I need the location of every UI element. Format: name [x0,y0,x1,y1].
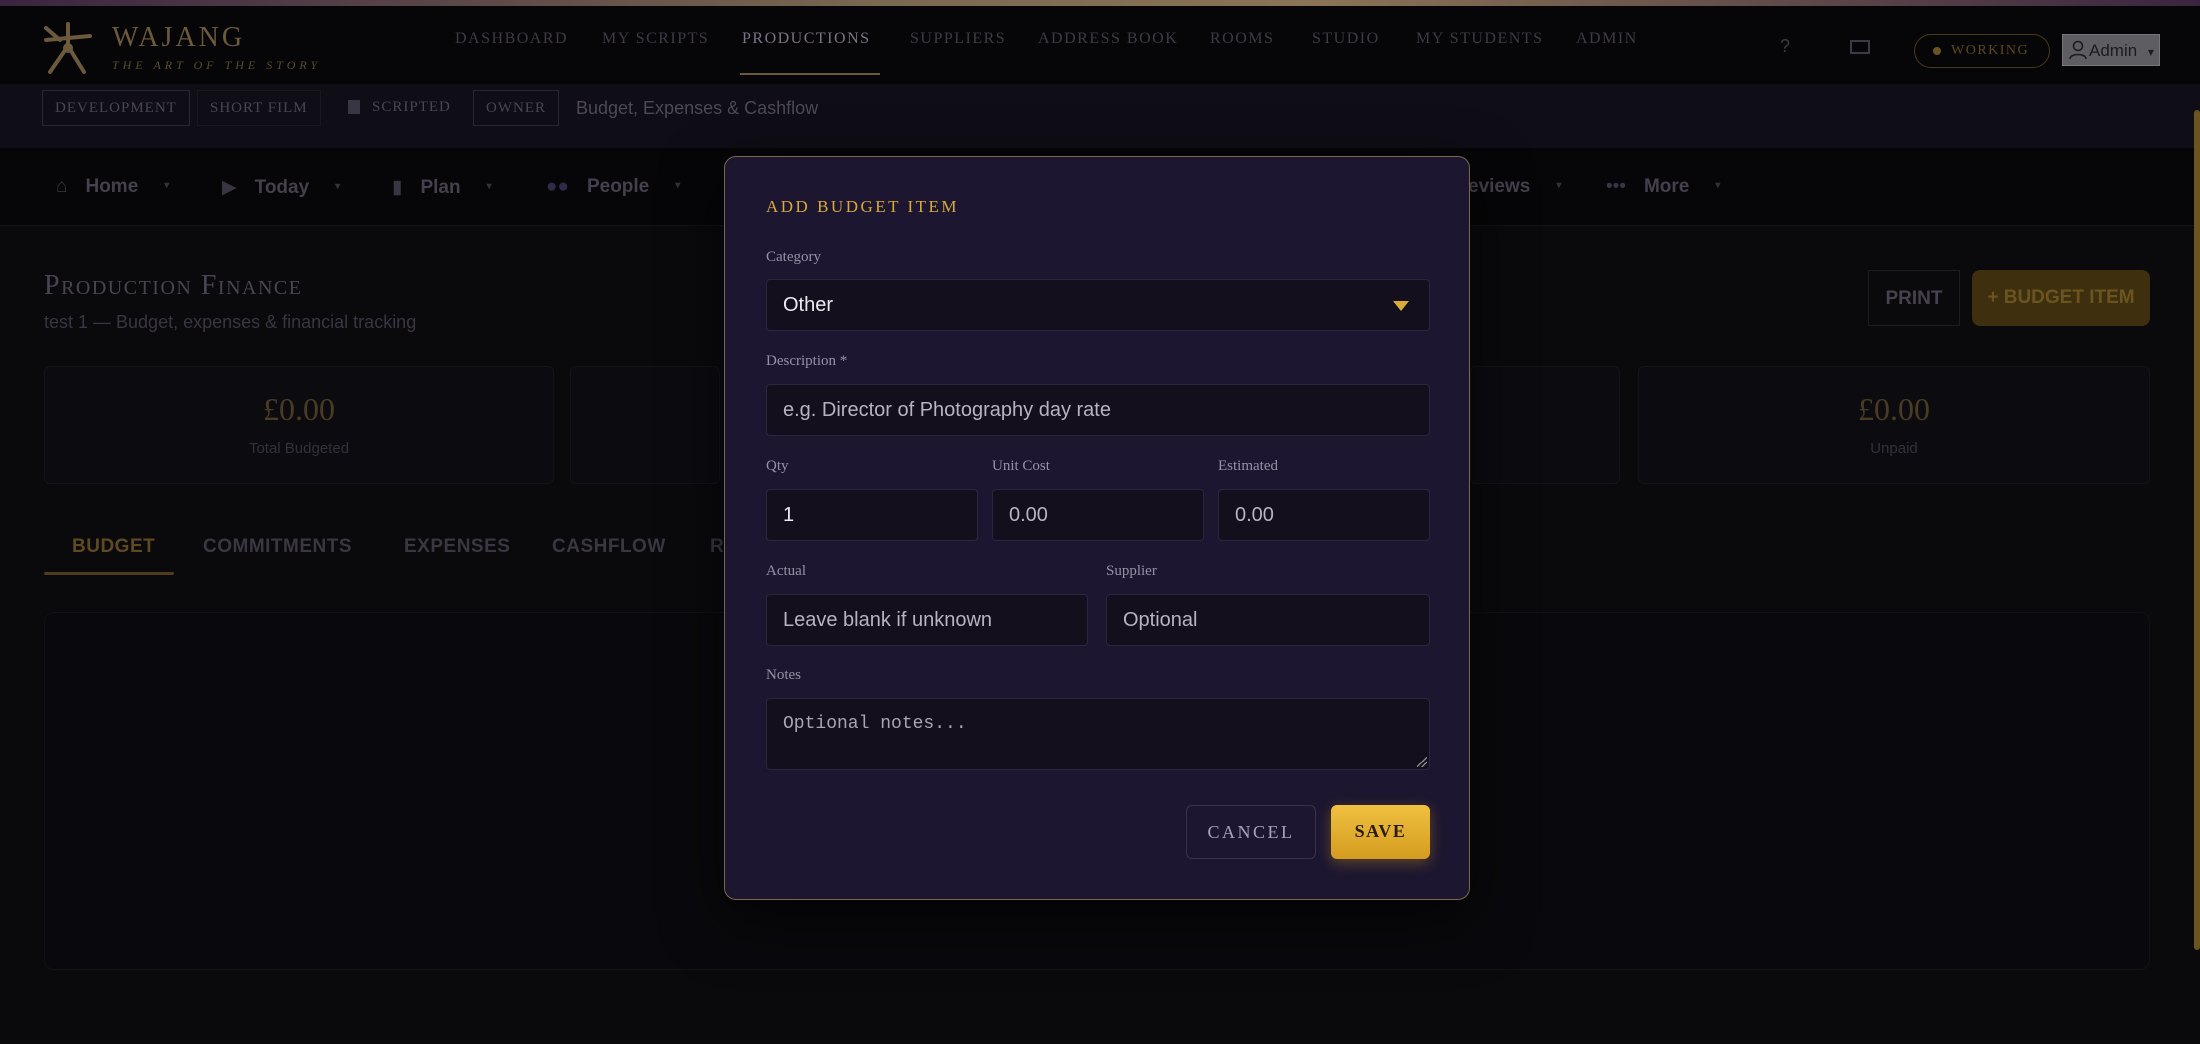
wajang-logo-icon [44,22,92,74]
help-icon[interactable]: ? [1780,36,1790,57]
user-icon [2069,40,2087,60]
status-badge[interactable]: WORKING [1914,34,2050,68]
ellipsis-icon: ••• [1606,176,1626,197]
status-dot-icon [1933,47,1941,55]
tab-expenses[interactable]: EXPENSES [404,536,510,558]
tab-people-label: People [586,176,650,197]
tab-reviews[interactable]: eviews ▾ [1468,176,1561,198]
nav-suppliers[interactable]: SUPPLIERS [910,30,1006,48]
chevron-down-icon: ▾ [2147,45,2154,59]
stat-card [1470,366,1620,484]
unit-cost-label: Unit Cost [992,458,1050,474]
chevron-down-icon: ▾ [486,181,492,192]
nav-my-students[interactable]: MY STUDENTS [1416,30,1543,48]
page-subtitle: test 1 — Budget, expenses & financial tr… [44,312,417,332]
chip-scripted-label: SCRIPTED [372,99,451,115]
chip-short-film[interactable]: SHORT FILM [197,90,321,126]
description-label: Description * [766,353,848,369]
stat-card-unpaid: £0.00 Unpaid [1638,366,2150,484]
supplier-label: Supplier [1106,563,1157,579]
tab-reports[interactable]: R [710,536,724,558]
notes-placeholder: Optional notes... [783,714,967,734]
qty-label: Qty [766,458,789,474]
resize-handle-icon[interactable] [1417,757,1427,767]
people-icon: ●● [546,176,569,197]
mail-icon[interactable] [1850,40,1870,54]
stat-value: £0.00 [1858,391,1930,427]
nav-address-book[interactable]: ADDRESS BOOK [1038,30,1178,48]
nav-rooms[interactable]: ROOMS [1210,30,1274,48]
tab-budget-underline [44,572,174,575]
actual-label: Actual [766,563,806,579]
nav-studio[interactable]: STUDIO [1312,30,1380,48]
tab-cashflow[interactable]: CASHFLOW [552,536,666,558]
user-name: Admin [2089,41,2138,60]
chevron-down-icon: ▾ [675,180,681,191]
stat-card [570,366,720,484]
qty-input[interactable]: 1 [766,489,978,541]
chevron-down-icon: ▾ [335,181,341,192]
chip-scripted[interactable]: SCRIPTED [336,90,463,126]
tab-today-label: Today [254,177,310,198]
tab-budget[interactable]: BUDGET [72,536,155,558]
breadcrumb-title: Budget, Expenses & Cashflow [576,98,819,118]
save-button[interactable]: SAVE [1331,805,1430,859]
nav-productions[interactable]: PRODUCTIONS [742,30,871,48]
estimated-label: Estimated [1218,458,1278,474]
document-icon: ▮ [392,177,403,198]
stat-label: Total Budgeted [248,440,350,457]
home-icon: ⌂ [56,176,68,197]
dialog-title: ADD BUDGET ITEM [766,197,960,216]
status-label: WORKING [1951,43,2030,58]
add-budget-item-dialog: ADD BUDGET ITEM Category Other Descripti… [724,156,1470,900]
chevron-down-icon: ▾ [164,180,170,191]
tab-plan-label: Plan [420,177,461,198]
script-icon [348,100,360,114]
add-budget-item-button[interactable]: + BUDGET ITEM [1972,270,2150,326]
cancel-button[interactable]: CANCEL [1186,805,1316,859]
stat-value: £0.00 [263,391,335,427]
supplier-input[interactable]: Optional [1106,594,1430,646]
category-value: Other [783,294,834,316]
user-menu-button[interactable]: Admin ▾ [2062,34,2160,66]
tab-plan[interactable]: ▮ Plan ▾ [392,176,492,199]
page-title: Production Finance [44,270,303,301]
tab-home[interactable]: ⌂ Home ▾ [56,176,169,198]
chip-owner[interactable]: OWNER [473,90,559,126]
print-button[interactable]: PRINT [1868,270,1960,326]
stat-card-total-budgeted: £0.00 Total Budgeted [44,366,554,484]
description-input[interactable]: e.g. Director of Photography day rate [766,384,1430,436]
breadcrumb [0,84,2200,148]
unit-cost-input[interactable]: 0.00 [992,489,1204,541]
nav-my-scripts[interactable]: MY SCRIPTS [602,30,709,48]
estimated-input[interactable]: 0.00 [1218,489,1430,541]
chevron-down-icon: ▾ [1715,180,1721,191]
notes-label: Notes [766,667,801,683]
notes-textarea[interactable]: Optional notes... [766,698,1430,770]
tab-today[interactable]: ▶ Today ▾ [222,176,340,199]
category-select[interactable]: Other [766,279,1430,331]
tab-commitments[interactable]: COMMITMENTS [203,536,352,558]
nav-dashboard[interactable]: DASHBOARD [455,30,568,48]
app-name: WAJANG [112,22,246,53]
actual-input[interactable]: Leave blank if unknown [766,594,1088,646]
chevron-down-icon [1393,301,1409,311]
tab-people[interactable]: ●● People ▾ [546,176,680,198]
category-label: Category [766,249,821,265]
tab-reviews-label: eviews [1468,176,1531,197]
tab-more-label: More [1643,176,1690,197]
nav-active-underline [740,73,880,75]
nav-admin[interactable]: ADMIN [1576,30,1638,48]
page-scrollbar[interactable] [2194,110,2200,950]
stat-label: Unpaid [1870,440,1918,457]
app-tagline: THE ART OF THE STORY [112,58,322,72]
tab-more[interactable]: ••• More ▾ [1606,176,1720,198]
chevron-down-icon: ▾ [1556,180,1562,191]
top-navbar: WAJANG THE ART OF THE STORY DASHBOARD MY… [0,6,2200,84]
tab-home-label: Home [85,176,139,197]
chip-development[interactable]: DEVELOPMENT [42,90,190,126]
play-icon: ▶ [222,177,237,198]
